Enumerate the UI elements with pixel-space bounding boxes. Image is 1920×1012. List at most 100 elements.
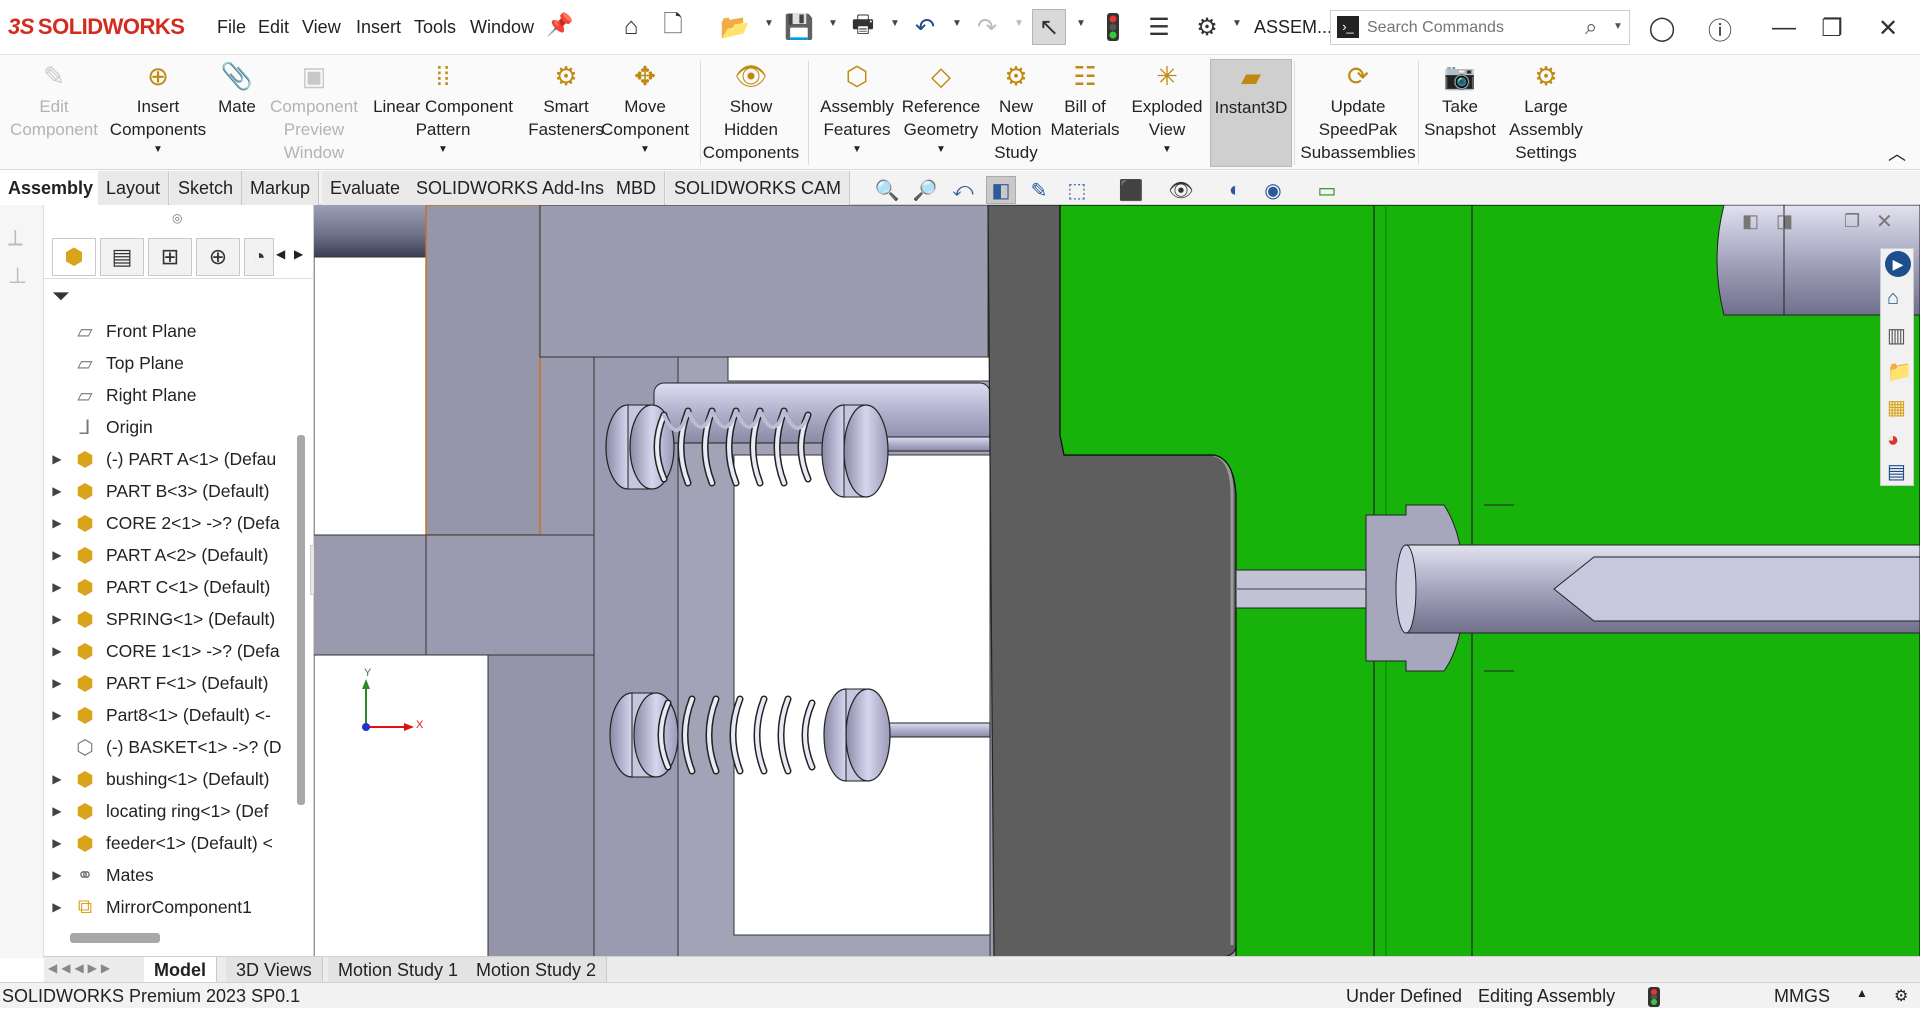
ribbon-mate-button[interactable]: 📎 Mate	[212, 59, 262, 167]
tree-item[interactable]: ▶ ⬢ PART C<1> (Default)	[44, 571, 289, 603]
tree-item[interactable]: ▶ ⧉ MirrorComponent1	[44, 891, 289, 923]
zoom-to-fit-icon[interactable]: 🔍	[872, 176, 902, 204]
tree-horizontal-scrollbar[interactable]	[70, 933, 160, 943]
solidworks-logo[interactable]: 3S SOLIDWORKS	[8, 12, 185, 42]
tab-solidworks-add-ins[interactable]: SOLIDWORKS Add-Ins	[408, 171, 614, 205]
tree-item[interactable]: ▶ ⬢ feeder<1> (Default) <	[44, 827, 289, 859]
ribbon-instant3d-button[interactable]: ▰ Instant3D	[1210, 59, 1292, 167]
zoom-to-area-icon[interactable]: 🔎	[910, 176, 940, 204]
section-view-icon[interactable]: ◧	[986, 176, 1016, 204]
bottom-tab-motion-study-2[interactable]: Motion Study 2	[466, 957, 608, 983]
ribbon-smart-fasteners-button[interactable]: ⚙ Smart Fasteners	[526, 59, 606, 167]
tab-sketch[interactable]: Sketch	[170, 171, 243, 205]
tree-item[interactable]: ▱ Right Plane	[44, 379, 289, 411]
tree-item[interactable]: ▶ ⬢ PART F<1> (Default)	[44, 667, 289, 699]
ribbon-exploded-view-button[interactable]: ✳ Exploded View ▼	[1126, 59, 1208, 167]
rebuild-status-icon[interactable]	[1648, 987, 1660, 1012]
tree-item[interactable]: ▶ ⬢ CORE 2<1> ->? (Defa	[44, 507, 289, 539]
menu-file[interactable]: File	[217, 17, 246, 38]
open-dropdown-icon[interactable]: ▼	[764, 18, 774, 29]
tab-markup[interactable]: Markup	[242, 171, 320, 205]
apply-scene-icon[interactable]: ◉	[1258, 176, 1288, 204]
tree-item[interactable]: ▶ ⬢ PART B<3> (Default)	[44, 475, 289, 507]
ribbon-insert-components-button[interactable]: ⊕ Insert Components ▼	[104, 59, 212, 167]
undo-dropdown-icon[interactable]: ▼	[952, 18, 962, 29]
select-dropdown-icon[interactable]: ▼	[1076, 18, 1086, 29]
ribbon-linear-pattern-button[interactable]: ⁞⁞ Linear Component Pattern ▼	[364, 59, 522, 167]
ribbon-bom-button[interactable]: ☷ Bill of Materials	[1051, 59, 1120, 167]
redo-dropdown-icon[interactable]: ▼	[1014, 18, 1024, 29]
custom-properties-icon[interactable]: ▤	[1887, 459, 1906, 484]
tree-item[interactable]: ▶ ⚭ Mates	[44, 859, 289, 891]
chevron-down-icon[interactable]: ▼	[438, 143, 448, 157]
redo-icon[interactable]: ↷	[970, 9, 1004, 45]
menu-view[interactable]: View	[302, 17, 341, 38]
ribbon-assembly-features-button[interactable]: ⬡ Assembly Features ▼	[812, 59, 902, 167]
tree-item[interactable]: ▶ ⬢ CORE 1<1> ->? (Defa	[44, 635, 289, 667]
select-cursor-icon[interactable]: ↖	[1032, 9, 1066, 45]
expand-arrow-icon[interactable]: ▶	[44, 708, 70, 722]
restore-icon[interactable]: ❐	[1812, 10, 1852, 46]
print-dropdown-icon[interactable]: ▼	[890, 18, 900, 29]
save-dropdown-icon[interactable]: ▼	[828, 18, 838, 29]
ribbon-motion-study-button[interactable]: ⚙ New Motion Study	[986, 59, 1046, 167]
file-explorer-icon[interactable]: 📁	[1887, 359, 1912, 384]
expand-arrow-icon[interactable]: ▶	[44, 804, 70, 818]
pin-icon[interactable]: 📌	[546, 12, 573, 38]
bottom-tab-model[interactable]: Model	[144, 957, 217, 983]
previous-view-icon[interactable]: ⤺	[948, 176, 978, 204]
menu-window[interactable]: Window	[470, 17, 534, 38]
ribbon-show-hidden-button[interactable]: 👁 Show Hidden Components	[696, 59, 806, 167]
chevron-down-icon[interactable]: ▼	[153, 143, 163, 157]
user-account-icon[interactable]: ◯	[1642, 10, 1682, 46]
open-document-icon[interactable]: 📂	[718, 9, 752, 45]
design-library-icon[interactable]: ▥	[1887, 323, 1906, 348]
expand-arrow-icon[interactable]: ▶	[44, 644, 70, 658]
search-commands-input[interactable]	[1367, 17, 1577, 39]
expand-arrow-icon[interactable]: ▶	[44, 772, 70, 786]
help-icon[interactable]: ⓘ	[1700, 10, 1740, 46]
print-icon[interactable]: 🖶	[846, 9, 880, 45]
tab-solidworks-cam[interactable]: SOLIDWORKS CAM	[666, 171, 851, 205]
expand-arrow-icon[interactable]: ▶	[44, 676, 70, 690]
view-orientation-icon[interactable]: ⬚	[1062, 176, 1092, 204]
options-dropdown-icon[interactable]: ▼	[1232, 18, 1242, 29]
feature-tree-tab-icon[interactable]: ⬢	[52, 238, 96, 276]
tab-navigation-arrows-icon[interactable]: ◀◀◀▶▶	[48, 961, 114, 975]
bottom-tab-3d-views[interactable]: 3D Views	[226, 957, 323, 983]
panel-drag-handle-icon[interactable]: ◎	[172, 211, 182, 225]
chevron-down-icon[interactable]: ▼	[640, 143, 650, 157]
tree-item[interactable]: ⅃ Origin	[44, 411, 289, 443]
tab-scroll-right-icon[interactable]: ▶	[294, 247, 303, 261]
chevron-down-icon[interactable]: ▼	[936, 143, 946, 157]
viewport-close-icon[interactable]: ✕	[1876, 209, 1893, 234]
view-palette-icon[interactable]: ▦	[1887, 395, 1906, 420]
search-icon[interactable]: ⌕	[1585, 14, 1597, 40]
tree-item[interactable]: ▶ ⬢ SPRING<1> (Default)	[44, 603, 289, 635]
ribbon-large-assembly-button[interactable]: ⚙ Large Assembly Settings	[1504, 59, 1588, 167]
save-icon[interactable]: 💾	[782, 9, 816, 45]
dynamic-annotation-icon[interactable]: ✎	[1024, 176, 1054, 204]
display-style-icon[interactable]: ⬛	[1116, 176, 1146, 204]
tree-filter-icon[interactable]: ⏷	[52, 283, 70, 309]
viewport-split-right-icon[interactable]: ◨	[1776, 211, 1793, 232]
expand-arrow-icon[interactable]: ▶	[44, 900, 70, 914]
unit-system[interactable]: MMGS	[1774, 986, 1830, 1007]
sketch-tool-icon[interactable]: ⟂	[8, 225, 23, 251]
expand-arrow-icon[interactable]: ▶	[44, 484, 70, 498]
configuration-manager-tab-icon[interactable]: ⊞	[148, 238, 192, 276]
close-icon[interactable]: ✕	[1868, 10, 1908, 46]
tree-vertical-scrollbar[interactable]	[297, 435, 305, 805]
tab-mbd[interactable]: MBD	[608, 171, 665, 205]
expand-arrow-icon[interactable]: ▶	[44, 452, 70, 466]
tree-item[interactable]: ▶ ⬢ (-) PART A<1> (Defau	[44, 443, 289, 475]
ribbon-component-preview-button[interactable]: ▣ Component Preview Window	[264, 59, 364, 167]
home-icon[interactable]: ⌂	[614, 9, 648, 45]
dimxpert-tab-icon[interactable]: ⊕	[196, 238, 240, 276]
rebuild-traffic-light-icon[interactable]	[1096, 9, 1130, 45]
expand-arrow-icon[interactable]: ▶	[44, 612, 70, 626]
search-dropdown-icon[interactable]: ▼	[1613, 21, 1623, 32]
collapse-ribbon-icon[interactable]: ︿	[1888, 140, 1906, 166]
tree-item[interactable]: ⬡ (-) BASKET<1> ->? (D	[44, 731, 289, 763]
file-properties-icon[interactable]: ☰	[1142, 9, 1176, 45]
